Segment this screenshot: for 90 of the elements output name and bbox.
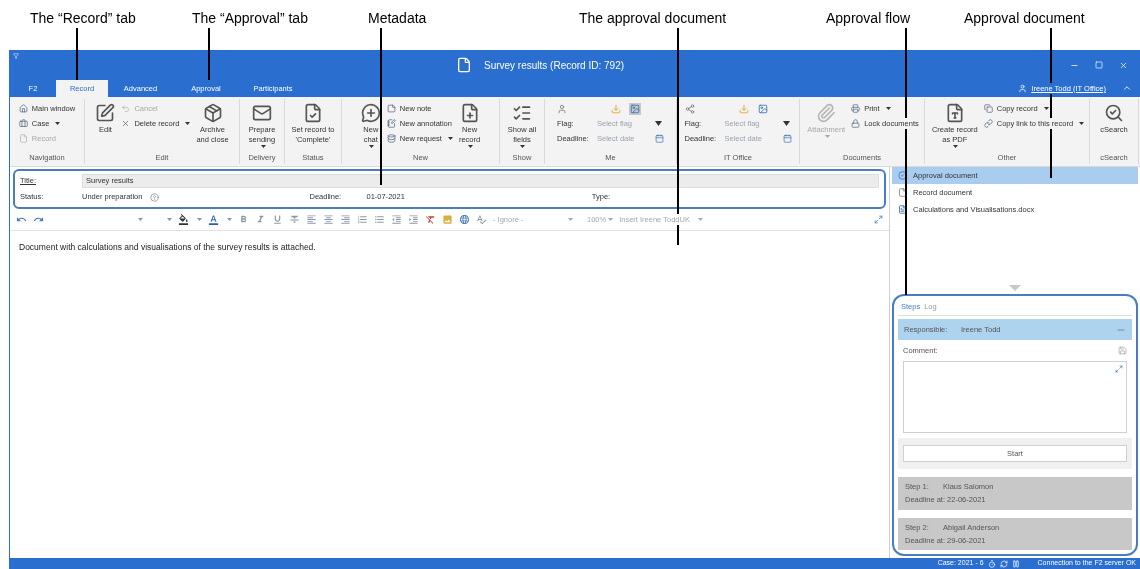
- align-right-icon: [340, 214, 351, 225]
- caret-icon: [185, 122, 191, 125]
- calendar-icon: [782, 134, 792, 143]
- callout-label: The “Approval” tab: [192, 9, 308, 28]
- chat-plus-icon: [360, 103, 381, 123]
- download-icon: [738, 103, 749, 114]
- house-icon: [18, 104, 28, 113]
- strikethrough-icon: [289, 214, 300, 225]
- word-file-icon: [898, 205, 907, 214]
- cross-icon: [121, 119, 131, 128]
- underline-icon: [272, 214, 283, 225]
- caret-icon: [782, 121, 790, 126]
- flag-toggle[interactable]: [756, 102, 769, 115]
- align-left-icon: [306, 214, 317, 225]
- help-icon: [150, 192, 160, 202]
- leader-line: [208, 28, 210, 80]
- callout-label: Approval document: [964, 9, 1085, 28]
- caret-icon: [697, 218, 703, 221]
- person-icon: [1018, 84, 1028, 93]
- close-button[interactable]: [1119, 60, 1128, 70]
- link-icon: [983, 119, 993, 128]
- window-title: Survey results (Record ID: 792): [483, 58, 625, 73]
- bullet-list-icon: [374, 214, 385, 225]
- caret-icon: [1079, 122, 1085, 125]
- fill-color-icon: [178, 214, 189, 225]
- picture-icon: [757, 103, 768, 114]
- maximize-icon: [1095, 61, 1103, 69]
- caret-icon: [138, 218, 143, 221]
- caret-icon: [655, 121, 662, 126]
- person-icon: [557, 103, 567, 114]
- outdent-icon: [391, 214, 402, 225]
- undo-icon: [121, 104, 131, 113]
- check-circle-icon: [898, 171, 907, 180]
- caret-icon: [447, 137, 453, 140]
- clear-format-icon: [425, 214, 436, 225]
- box-icon: [202, 103, 223, 123]
- expand-icon: [1115, 365, 1123, 373]
- comment-field[interactable]: [903, 361, 1127, 433]
- callout-label: Approval flow: [826, 9, 911, 28]
- document-text: Document with calculations and visualisations of the survey results is attached.: [18, 241, 317, 254]
- notepad-pen-icon: [95, 103, 116, 123]
- caret-icon: [197, 218, 202, 221]
- text-color-icon: [208, 214, 219, 225]
- flag-toggle[interactable]: [629, 102, 641, 115]
- printer-icon: [851, 104, 861, 113]
- splitter-arrow-icon: [1009, 285, 1021, 291]
- collapse-icon: [1122, 83, 1132, 93]
- checklist-icon: [512, 103, 532, 123]
- page-icon: [898, 188, 907, 197]
- refresh-icon: [999, 559, 1008, 568]
- caret-icon: [1043, 107, 1049, 110]
- italic-icon: [255, 214, 266, 225]
- image-icon: [442, 214, 453, 225]
- maximize-button[interactable]: [1095, 61, 1103, 69]
- filter-icon: [13, 53, 19, 59]
- pause-icon: [1011, 559, 1020, 568]
- caret-icon: [55, 122, 61, 125]
- caret-icon: [167, 218, 172, 221]
- picture-icon: [630, 103, 640, 114]
- save-icon: [1118, 346, 1127, 355]
- paperclip-icon: [816, 103, 837, 123]
- spellcheck-icon: [476, 214, 487, 225]
- page-icon: [18, 134, 28, 143]
- page-check-icon: [303, 103, 323, 123]
- page-icon: [455, 57, 472, 73]
- download-icon: [611, 103, 621, 114]
- expand-icon: [874, 215, 883, 224]
- globe-icon: [459, 214, 470, 225]
- caret-icon: [608, 218, 614, 221]
- caret-icon: [885, 107, 891, 110]
- indent-icon: [408, 214, 419, 225]
- search-icon: [1104, 103, 1124, 123]
- timer-icon: [987, 559, 996, 568]
- envelope-icon: [252, 103, 272, 123]
- copy-icon: [983, 104, 993, 113]
- briefcase-icon: [18, 119, 28, 128]
- share-nodes-icon: [684, 103, 695, 114]
- align-center-icon: [323, 214, 334, 225]
- callout-label: The approval document: [579, 9, 727, 28]
- callout-label: Metadata: [368, 9, 427, 28]
- caret-icon: [568, 218, 573, 221]
- close-icon: [1119, 60, 1128, 70]
- caret-icon: [227, 218, 232, 221]
- note-icon: [386, 104, 396, 113]
- lock-icon: [851, 119, 861, 128]
- callout-label: The “Record” tab: [30, 9, 136, 28]
- bold-icon: [238, 214, 249, 225]
- calendar-icon: [655, 134, 664, 143]
- leader-line: [76, 28, 78, 80]
- numbered-list-icon: [357, 214, 368, 225]
